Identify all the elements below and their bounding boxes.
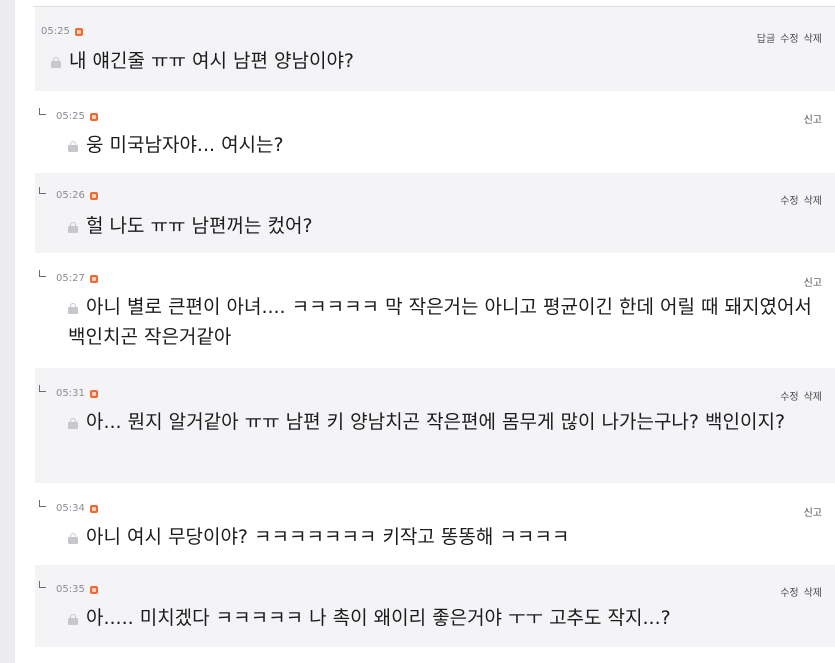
- comment-time: 05:25: [56, 111, 85, 122]
- comment-meta: 05:25: [41, 26, 83, 37]
- comment-text: 아니 여시 무당이야? ㅋㅋㅋㅋㅋㅋㅋ 키작고 똥똥해 ㅋㅋㅋㅋ: [68, 522, 821, 552]
- reply-item: 05:34 신고 아니 여시 무당이야? ㅋㅋㅋㅋㅋㅋㅋ 키작고 똥똥해 ㅋㅋㅋ…: [35, 483, 835, 565]
- comment-actions: 수정 삭제: [780, 192, 822, 207]
- reply-arrow-icon: [39, 187, 46, 194]
- comment-list: 05:25 답글 수정 삭제 내 얘긴줄 ㅠㅠ 여시 남편 양남이야? 05:2…: [15, 0, 835, 663]
- comment-text: 아..... 미치겠다 ㅋㅋㅋㅋㅋ 나 촉이 왜이리 좋은거야 ㅜㅜ 고추도 작…: [68, 603, 821, 633]
- report-button[interactable]: 신고: [804, 111, 822, 126]
- comment-meta: 05:34: [56, 503, 98, 514]
- reply-button[interactable]: 답글: [757, 30, 775, 45]
- comment-time: 05:26: [56, 190, 85, 201]
- new-badge-icon: [89, 191, 98, 200]
- comment-text: 웅 미국남자야... 여시는?: [68, 130, 821, 160]
- comment-actions: 수정 삭제: [780, 388, 822, 403]
- comment-meta: 05:35: [56, 584, 98, 595]
- comment-actions: 신고: [804, 111, 822, 126]
- comment-time: 05:27: [56, 273, 85, 284]
- comment-actions: 신고: [804, 274, 822, 289]
- comment-meta: 05:27: [56, 273, 98, 284]
- reply-item: 05:26 수정 삭제 헐 나도 ㅠㅠ 남편꺼는 컸어?: [35, 173, 835, 253]
- comment-time: 05:34: [56, 503, 85, 514]
- lock-icon: [51, 57, 61, 68]
- comment-meta: 05:26: [56, 190, 98, 201]
- comment-text: 내 얘긴줄 ㅠㅠ 여시 남편 양남이야?: [51, 46, 821, 76]
- reply-arrow-icon: [39, 270, 46, 277]
- reply-item: 05:27 신고 아니 별로 큰편이 아녀.... ㅋㅋㅋㅋㅋ 막 작은거는 아…: [35, 253, 835, 368]
- comment-text: 아... 뭔지 알거같아 ㅠㅠ 남편 키 양남치곤 작은편에 몸무게 많이 나가…: [68, 407, 821, 437]
- lock-icon: [68, 141, 78, 152]
- lock-icon: [68, 418, 78, 429]
- new-badge-icon: [74, 27, 83, 36]
- reply-arrow-icon: [39, 108, 46, 115]
- edit-button[interactable]: 수정: [780, 584, 798, 599]
- delete-button[interactable]: 삭제: [804, 30, 822, 45]
- lock-icon: [68, 303, 78, 314]
- edit-button[interactable]: 수정: [780, 388, 798, 403]
- reply-item: 05:31 수정 삭제 아... 뭔지 알거같아 ㅠㅠ 남편 키 양남치곤 작은…: [35, 368, 835, 483]
- new-badge-icon: [89, 389, 98, 398]
- new-badge-icon: [89, 585, 98, 594]
- report-button[interactable]: 신고: [804, 274, 822, 289]
- new-badge-icon: [89, 274, 98, 283]
- report-button[interactable]: 신고: [804, 504, 822, 519]
- reply-item: 05:35 수정 삭제 아..... 미치겠다 ㅋㅋㅋㅋㅋ 나 촉이 왜이리 좋…: [35, 565, 835, 647]
- new-badge-icon: [89, 112, 98, 121]
- reply-arrow-icon: [39, 385, 46, 392]
- edit-button[interactable]: 수정: [780, 192, 798, 207]
- edit-button[interactable]: 수정: [780, 30, 798, 45]
- reply-arrow-icon: [39, 500, 46, 507]
- comment-time: 05:25: [41, 26, 70, 37]
- new-badge-icon: [89, 504, 98, 513]
- comment-item: 05:25 답글 수정 삭제 내 얘긴줄 ㅠㅠ 여시 남편 양남이야?: [35, 7, 835, 91]
- comment-meta: 05:31: [56, 388, 98, 399]
- reply-item: 05:25 신고 웅 미국남자야... 여시는?: [35, 91, 835, 173]
- delete-button[interactable]: 삭제: [804, 584, 822, 599]
- comment-time: 05:31: [56, 388, 85, 399]
- lock-icon: [68, 614, 78, 625]
- comment-text: 헐 나도 ㅠㅠ 남편꺼는 컸어?: [68, 211, 821, 241]
- lock-icon: [68, 533, 78, 544]
- delete-button[interactable]: 삭제: [804, 192, 822, 207]
- reply-arrow-icon: [39, 581, 46, 588]
- lock-icon: [68, 222, 78, 233]
- comment-text: 아니 별로 큰편이 아녀.... ㅋㅋㅋㅋㅋ 막 작은거는 아니고 평균이긴 한…: [68, 296, 812, 348]
- comment-actions: 신고: [804, 504, 822, 519]
- comment-meta: 05:25: [56, 111, 98, 122]
- comment-actions: 답글 수정 삭제: [757, 30, 822, 45]
- comment-actions: 수정 삭제: [780, 584, 822, 599]
- delete-button[interactable]: 삭제: [804, 388, 822, 403]
- comment-time: 05:35: [56, 584, 85, 595]
